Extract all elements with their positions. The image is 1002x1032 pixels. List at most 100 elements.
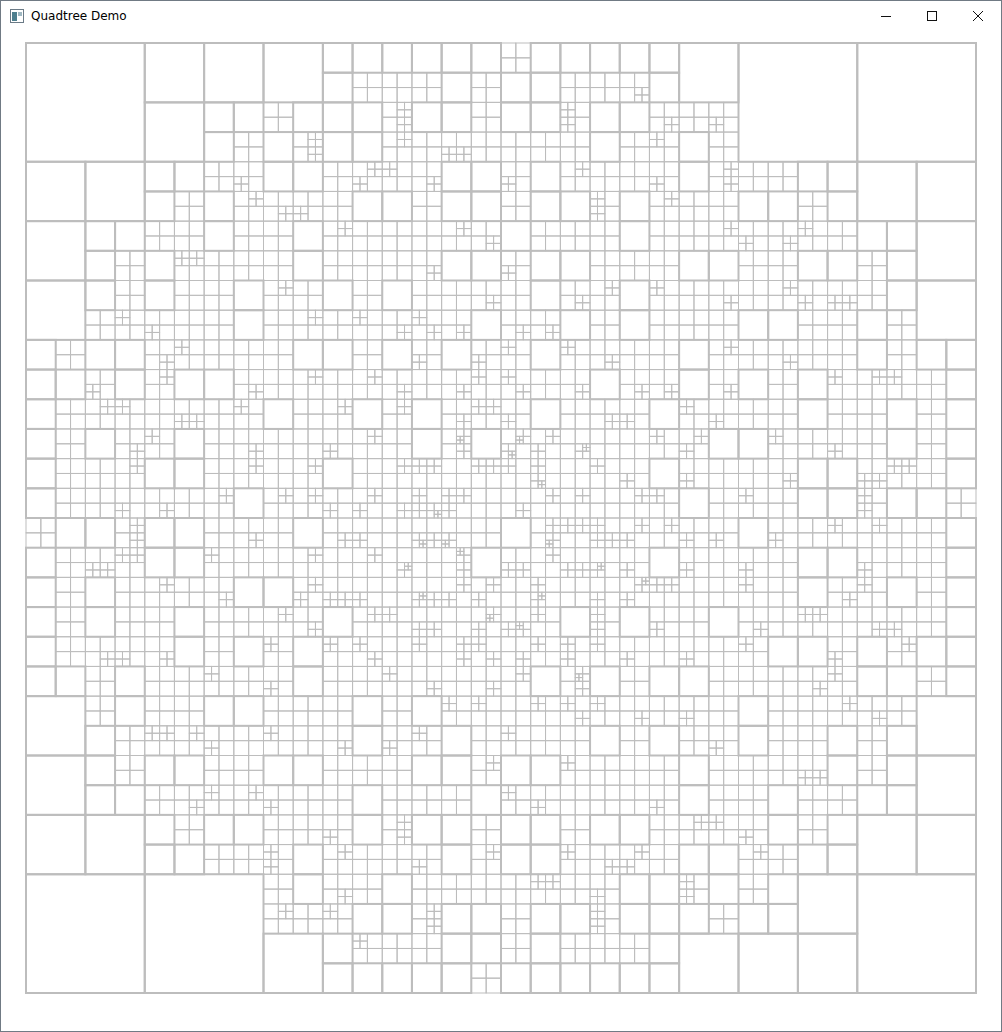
quadtree-cell bbox=[427, 88, 442, 103]
quadtree-cell bbox=[323, 281, 353, 311]
quadtree-cell bbox=[278, 236, 293, 251]
quadtree-cell bbox=[590, 266, 605, 281]
quadtree-cell bbox=[130, 444, 137, 451]
quadtree-cell bbox=[657, 496, 664, 503]
quadtree-cell bbox=[575, 177, 590, 192]
quadtree-cell bbox=[323, 266, 338, 281]
close-button[interactable] bbox=[955, 1, 1001, 31]
quadtree-cell bbox=[160, 637, 175, 652]
quadtree-cell bbox=[353, 184, 360, 191]
quadtree-cell bbox=[308, 384, 323, 399]
quadtree-cell bbox=[842, 370, 857, 385]
quadtree-cell bbox=[367, 177, 382, 192]
quadtree-cell bbox=[857, 429, 872, 444]
quadtree-cell bbox=[278, 429, 293, 444]
quadtree-cell bbox=[798, 281, 813, 296]
quadtree-cell bbox=[523, 511, 530, 518]
quadtree-cell bbox=[560, 370, 575, 385]
quadtree-cell bbox=[256, 392, 263, 399]
quadtree-cell bbox=[122, 659, 129, 666]
quadtree-cell bbox=[26, 162, 85, 221]
quadtree-cell bbox=[568, 110, 575, 117]
quadtree-cell bbox=[783, 281, 790, 288]
quadtree-cell bbox=[412, 281, 427, 296]
quadtree-cell bbox=[115, 652, 122, 659]
quadtree-cell bbox=[850, 295, 857, 302]
quadtree-cell bbox=[865, 473, 872, 480]
quadtree-cell bbox=[360, 318, 367, 325]
quadtree-cell bbox=[471, 429, 501, 459]
quadtree-cell bbox=[649, 251, 664, 266]
quadtree-cell bbox=[605, 295, 620, 310]
quadtree-cell bbox=[367, 377, 374, 384]
quadtree-cell bbox=[100, 459, 115, 474]
quadtree-cell bbox=[249, 236, 264, 251]
quadtree-cell bbox=[679, 206, 694, 221]
quadtree-cell bbox=[308, 488, 315, 495]
quadtree-cell bbox=[249, 741, 264, 756]
quadtree-cell bbox=[583, 447, 587, 451]
quadtree-cell bbox=[130, 266, 145, 281]
quadtree-cell bbox=[85, 570, 92, 577]
quadtree-cell bbox=[442, 370, 457, 385]
quadtree-cell bbox=[115, 399, 122, 406]
quadtree-cell bbox=[41, 533, 56, 548]
quadtree-cell bbox=[293, 370, 308, 385]
quadtree-cell bbox=[790, 473, 797, 480]
quadtree-cell bbox=[338, 407, 345, 414]
quadtree-cell bbox=[649, 370, 664, 385]
quadtree-cell bbox=[783, 236, 790, 243]
quadtree-cell bbox=[679, 325, 694, 340]
quadtree-cell bbox=[880, 377, 887, 384]
quadtree-cell bbox=[471, 488, 486, 503]
quadtree-cell bbox=[323, 429, 338, 444]
quadtree-cell bbox=[442, 325, 457, 340]
quadtree-cell bbox=[85, 503, 100, 518]
quadtree-cell bbox=[583, 451, 590, 458]
quadtree-cell bbox=[145, 681, 160, 696]
quadtree-cell bbox=[93, 563, 100, 570]
quadtree-cell bbox=[56, 503, 71, 518]
quadtree-cell bbox=[382, 310, 397, 325]
quadtree-cell bbox=[857, 384, 872, 399]
quadtree-cell bbox=[694, 429, 701, 436]
quadtree-cell bbox=[456, 422, 463, 429]
quadtree-cell bbox=[264, 251, 279, 266]
quadtree-cell bbox=[56, 429, 71, 444]
quadtree-cell bbox=[308, 139, 315, 146]
quadtree-cell bbox=[442, 503, 449, 510]
quadtree-cell bbox=[249, 162, 264, 177]
quadtree-cell bbox=[26, 607, 56, 637]
quadtree-cell bbox=[694, 281, 709, 296]
quadtree-cell bbox=[174, 422, 181, 429]
quadtree-cell bbox=[100, 711, 115, 726]
quadtree-cell bbox=[679, 340, 709, 370]
quadtree-cell bbox=[471, 466, 478, 473]
quadtree-cell bbox=[145, 696, 160, 711]
quadtree-cell bbox=[560, 295, 575, 310]
quadtree-cell bbox=[293, 340, 323, 370]
quadtree-cell bbox=[731, 392, 738, 399]
quadtree-cell bbox=[635, 496, 642, 503]
quadtree-cell bbox=[486, 340, 501, 355]
quadtree-cell bbox=[345, 229, 352, 236]
quadtree-cell bbox=[212, 674, 219, 681]
maximize-button[interactable] bbox=[909, 1, 955, 31]
quadtree-cell bbox=[783, 266, 798, 281]
quadtree-cell bbox=[293, 399, 308, 414]
quadtree-cell bbox=[605, 73, 620, 88]
quadtree-cell bbox=[115, 370, 145, 400]
quadtree-cell bbox=[486, 73, 501, 88]
quadtree-cell bbox=[709, 325, 724, 340]
quadtree-cell bbox=[887, 473, 902, 488]
quadtree-cell bbox=[672, 199, 679, 206]
quadtree-cell bbox=[783, 370, 798, 385]
quadtree-cell bbox=[501, 251, 516, 266]
quadtree-cell bbox=[672, 117, 679, 124]
quadtree-cell bbox=[664, 236, 679, 251]
quadtree-cell bbox=[909, 459, 916, 466]
quadtree-cell bbox=[471, 251, 501, 281]
quadtree-cell bbox=[293, 295, 308, 310]
quadtree-cell bbox=[85, 414, 100, 429]
minimize-button[interactable] bbox=[863, 1, 909, 31]
